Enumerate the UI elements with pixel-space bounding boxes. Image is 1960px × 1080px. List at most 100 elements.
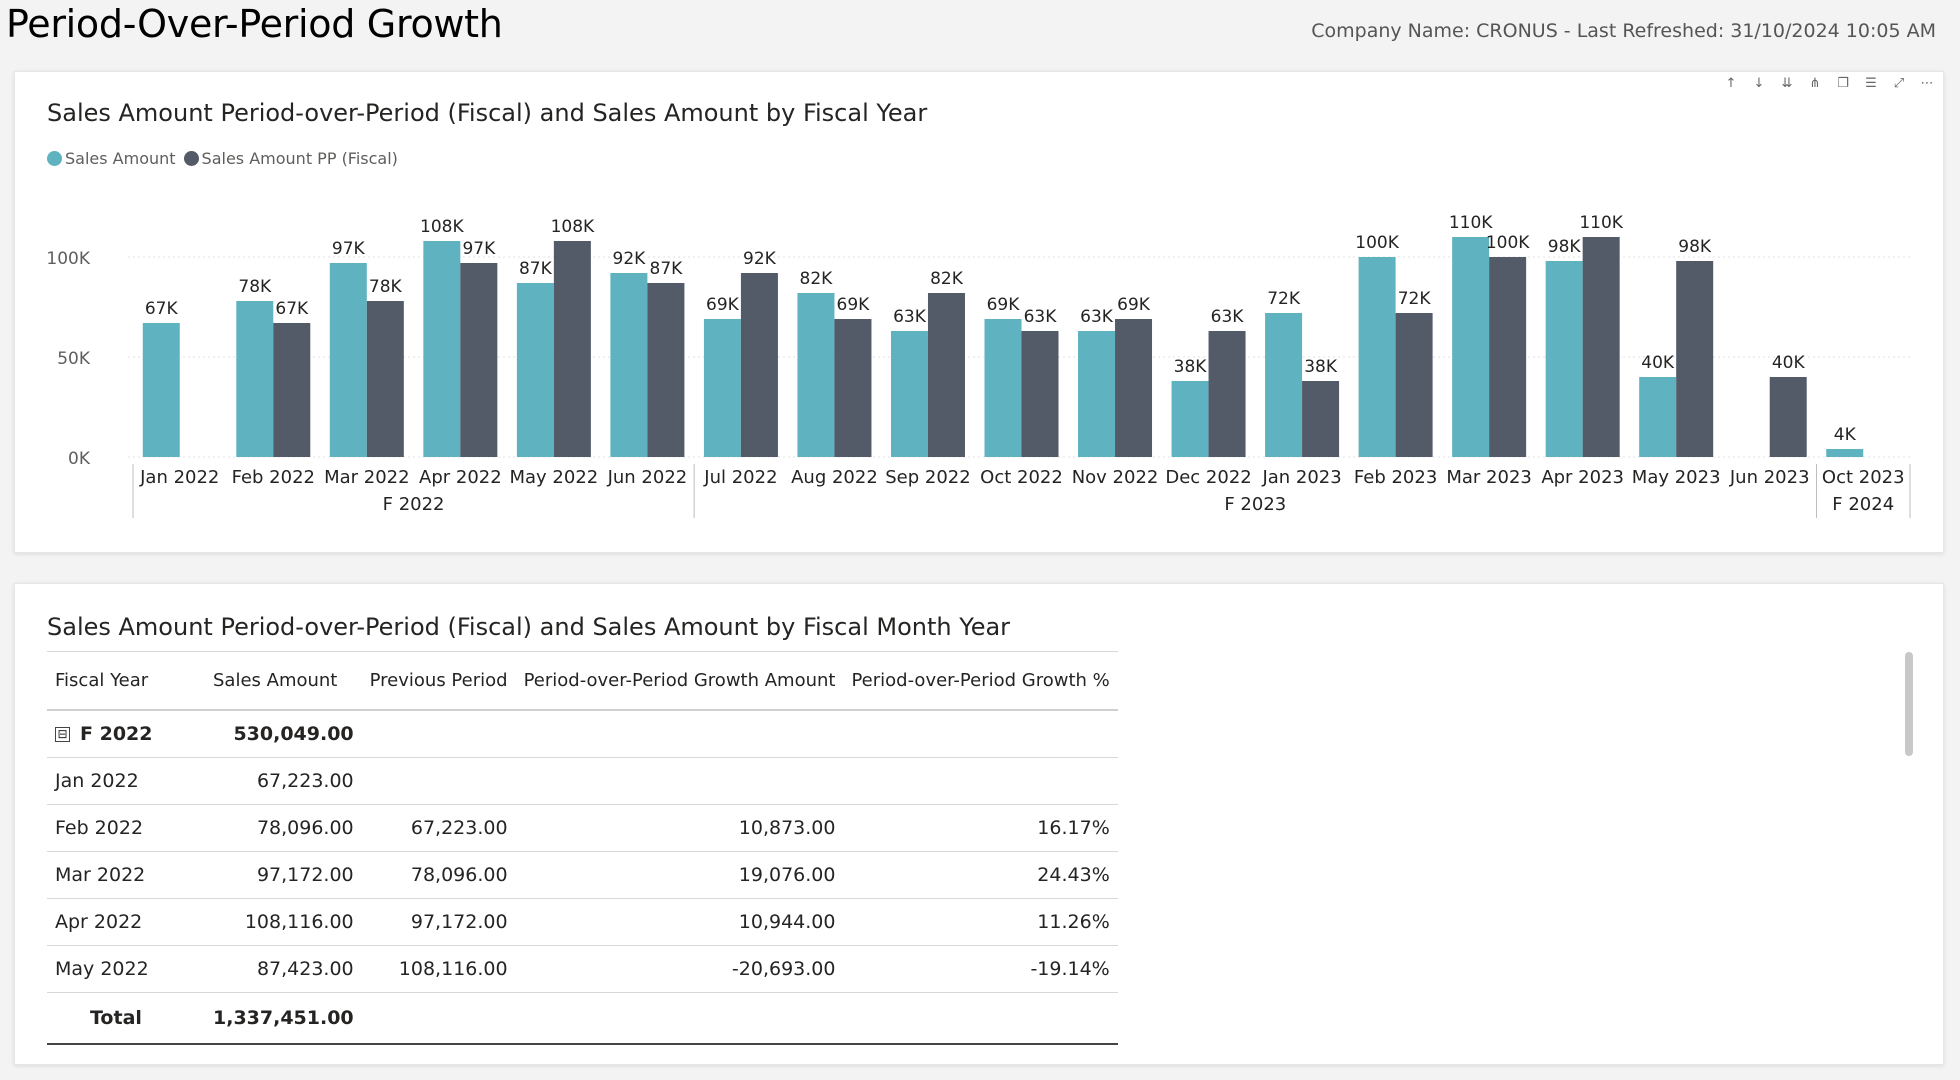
data-label-pp: 67K	[275, 299, 309, 319]
x-tick-label: Jan 2022	[139, 467, 219, 488]
row-month: May 2022	[47, 945, 205, 993]
refresh-info: Company Name: CRONUS - Last Refreshed: 3…	[1311, 20, 1936, 42]
data-label-pp: 40K	[1772, 353, 1806, 373]
data-label-sales: 4K	[1834, 425, 1857, 445]
fiscal-year-label: F 2024	[1832, 494, 1894, 515]
x-tick-label: Dec 2022	[1165, 467, 1251, 488]
x-tick-label: Jul 2022	[703, 467, 777, 488]
bar-pp	[273, 323, 311, 457]
page-title: Period-Over-Period Growth	[6, 2, 503, 46]
bar-pp	[740, 273, 778, 457]
data-label-pp: 108K	[551, 217, 595, 237]
bar-sales	[890, 331, 928, 457]
data-label-sales: 110K	[1449, 213, 1493, 233]
row-sales: 108,116.00	[205, 898, 362, 946]
x-tick-label: Aug 2022	[791, 467, 878, 488]
bar-sales	[236, 301, 274, 457]
bar-sales	[329, 263, 367, 457]
data-label-pp: 110K	[1579, 213, 1623, 233]
y-tick-label: 0K	[68, 449, 91, 469]
data-label-sales: 40K	[1641, 353, 1675, 373]
bar-pp	[927, 293, 965, 457]
col-previous-period[interactable]: Previous Period	[361, 651, 516, 711]
y-tick-label: 100K	[46, 249, 90, 269]
data-label-sales: 87K	[519, 259, 553, 279]
row-month: Jan 2022	[47, 757, 205, 805]
bar-sales	[1265, 313, 1303, 457]
matrix-table: Fiscal Year Sales Amount Previous Period…	[47, 651, 1118, 1045]
group-previous	[361, 710, 516, 758]
row-growth: 10,873.00	[515, 804, 844, 852]
bar-pp	[1302, 381, 1340, 457]
bar-sales	[1078, 331, 1116, 457]
x-tick-label: Oct 2023	[1822, 467, 1905, 488]
total-label: Total	[47, 992, 205, 1045]
row-growth: -20,693.00	[515, 945, 844, 993]
bar-pp	[647, 283, 685, 457]
data-label-pp: 63K	[1211, 307, 1245, 327]
bar-sales	[984, 319, 1022, 457]
data-label-sales: 92K	[613, 249, 647, 269]
row-previous: 78,096.00	[361, 851, 516, 899]
data-label-pp: 38K	[1304, 357, 1338, 377]
collapse-icon[interactable]: ⊟	[55, 727, 70, 742]
x-tick-label: Jan 2023	[1261, 467, 1341, 488]
total-pct	[843, 992, 1118, 1045]
data-label-sales: 63K	[893, 307, 927, 327]
col-growth-pct[interactable]: Period-over-Period Growth %	[843, 651, 1118, 711]
x-tick-label: Apr 2022	[419, 467, 502, 488]
bar-pp	[1208, 331, 1246, 457]
data-label-pp: 78K	[369, 277, 403, 297]
row-previous: 97,172.00	[361, 898, 516, 946]
row-previous: 67,223.00	[361, 804, 516, 852]
total-row: Total 1,337,451.00	[47, 992, 1118, 1045]
x-tick-label: Apr 2023	[1541, 467, 1624, 488]
bar-pp	[460, 263, 498, 457]
data-label-sales: 63K	[1080, 307, 1114, 327]
bar-sales	[797, 293, 835, 457]
total-previous	[361, 992, 516, 1045]
x-tick-label: Mar 2022	[324, 467, 410, 488]
bar-pp	[1115, 319, 1153, 457]
data-label-sales: 100K	[1355, 233, 1399, 253]
group-label: F 2022	[80, 723, 153, 745]
total-sales: 1,337,451.00	[205, 992, 362, 1045]
data-label-sales: 108K	[420, 217, 464, 237]
col-fiscal-year[interactable]: Fiscal Year	[47, 651, 205, 711]
data-label-pp: 100K	[1486, 233, 1530, 253]
table-card: Sales Amount Period-over-Period (Fiscal)…	[14, 583, 1944, 1065]
col-growth-amount[interactable]: Period-over-Period Growth Amount	[515, 651, 844, 711]
bar-pp	[1582, 237, 1620, 457]
x-tick-label: Nov 2022	[1072, 467, 1159, 488]
x-tick-label: Jun 2022	[607, 467, 688, 488]
x-tick-label: Sep 2022	[885, 467, 970, 488]
bar-pp	[834, 319, 872, 457]
table-title: Sales Amount Period-over-Period (Fiscal)…	[47, 613, 1011, 641]
data-label-sales: 38K	[1174, 357, 1208, 377]
data-label-pp: 82K	[930, 269, 964, 289]
data-label-pp: 92K	[743, 249, 777, 269]
bar-sales	[610, 273, 648, 457]
table-row: Jan 2022 67,223.00	[47, 757, 1118, 805]
x-tick-label: Oct 2022	[980, 467, 1063, 488]
data-label-sales: 97K	[332, 239, 366, 259]
group-sales: 530,049.00	[205, 710, 362, 758]
data-label-sales: 67K	[145, 299, 179, 319]
col-sales-amount[interactable]: Sales Amount	[205, 651, 362, 711]
row-pct: 24.43%	[843, 851, 1118, 899]
data-label-sales: 72K	[1267, 289, 1301, 309]
header-row: Fiscal Year Sales Amount Previous Period…	[47, 651, 1118, 711]
bar-pp	[1769, 377, 1807, 457]
row-previous	[361, 757, 516, 805]
row-sales: 67,223.00	[205, 757, 362, 805]
fiscal-year-label: F 2022	[383, 494, 445, 515]
vertical-scrollbar[interactable]	[1905, 652, 1913, 756]
group-growth	[515, 710, 844, 758]
table-row: Mar 2022 97,172.00 78,096.00 19,076.00 2…	[47, 851, 1118, 899]
bar-sales	[423, 241, 461, 457]
row-previous: 108,116.00	[361, 945, 516, 993]
data-label-sales: 98K	[1548, 237, 1582, 257]
table-row: May 2022 87,423.00 108,116.00 -20,693.00…	[47, 945, 1118, 993]
x-tick-label: Mar 2023	[1446, 467, 1532, 488]
row-pct	[843, 757, 1118, 805]
